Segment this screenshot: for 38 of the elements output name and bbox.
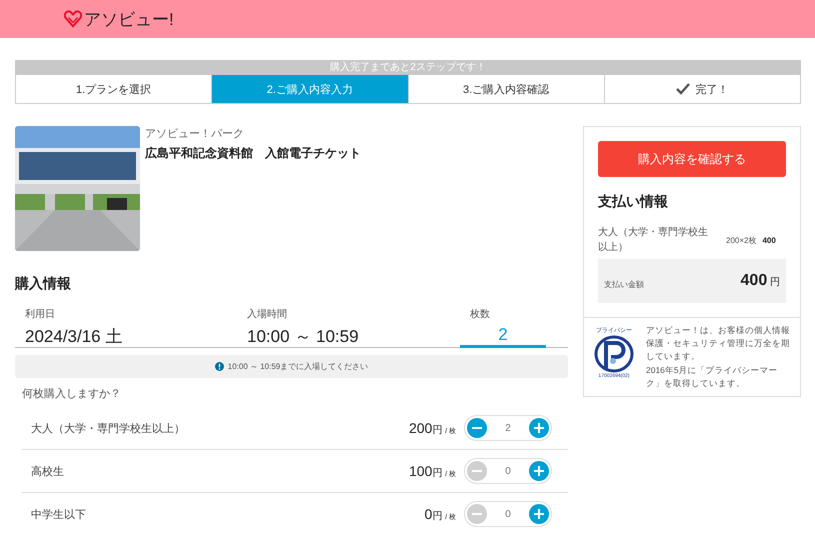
plus-button[interactable]	[529, 504, 549, 524]
provider-name: アソビュー！パーク	[145, 127, 245, 141]
total-label: 支払い金額	[604, 278, 644, 290]
progress-step: 2.ご購入内容入力	[211, 75, 408, 103]
progress-step: 完了！	[604, 75, 800, 103]
plus-icon	[534, 466, 544, 476]
ticket-type: 大人（大学・専門学校生以上）	[31, 422, 186, 436]
line-item-amount: 400	[762, 236, 776, 244]
question-text: 何枚購入しますか？	[22, 387, 122, 401]
total-amount: 400 円	[740, 272, 780, 290]
payment-heading: 支払い情報	[598, 193, 669, 211]
line-item-name: 大人（大学・専門学校生以上）	[598, 226, 709, 255]
check-icon	[676, 83, 690, 95]
ticket-type: 高校生	[31, 464, 65, 478]
line-item-detail: 200×2枚	[726, 234, 756, 246]
progress-step: 3.ご購入内容確認	[408, 75, 604, 103]
quantity-value: 2	[505, 422, 511, 434]
quantity-value: 0	[505, 466, 511, 476]
plus-icon	[534, 423, 544, 433]
info-field[interactable]: 入場時間 10:00 ～ 10:59	[237, 303, 460, 344]
info-field[interactable]: 枚数 2	[460, 303, 546, 348]
privacy-mark-icon	[594, 335, 634, 373]
quantity-value: 0	[505, 508, 511, 520]
info-icon	[214, 362, 224, 371]
info-field[interactable]: 利用日 2024/3/16 土	[15, 303, 237, 344]
confirm-button[interactable]: 購入内容を確認する	[598, 141, 786, 177]
minus-button[interactable]	[467, 418, 487, 438]
heart-logo-icon	[64, 10, 82, 28]
progress-step: 1.プランを選択	[16, 75, 212, 103]
notice-text: 10:00 ～ 10:59までに入場してください	[228, 361, 368, 372]
logo-text[interactable]: アソビュー!	[84, 8, 174, 30]
plus-button[interactable]	[529, 461, 549, 481]
ticket-type: 中学生以下	[31, 508, 87, 522]
privacy-statement: アソビュー！は、お客様の個人情報保護・セキュリティ管理に万全を期しています。 2016年5月に「プライバシーマーク」を取得しています。	[646, 324, 791, 390]
product-title: 広島平和記念資料館 入館電子チケット	[145, 145, 361, 162]
plus-icon	[534, 509, 544, 519]
section-heading: 購入情報	[15, 275, 72, 293]
plus-button[interactable]	[529, 418, 549, 438]
